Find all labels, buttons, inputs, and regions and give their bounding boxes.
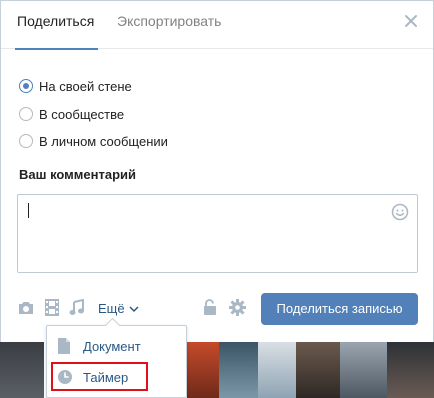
tab-bar: Поделиться Экспортировать [1, 1, 433, 50]
radio-button[interactable] [19, 134, 33, 148]
close-icon[interactable] [401, 11, 421, 31]
radio-label: На своей стене [39, 78, 132, 94]
radio-label: В сообществе [39, 106, 125, 122]
photo-thumbnail [219, 342, 258, 398]
camera-icon[interactable] [17, 300, 35, 316]
tab-export[interactable]: Экспортировать [117, 1, 221, 49]
document-icon [58, 338, 70, 354]
share-post-button[interactable]: Поделиться записью [261, 293, 418, 325]
radio-label: В личном сообщении [39, 133, 168, 149]
emoji-icon[interactable] [391, 203, 409, 221]
photo-thumbnail [187, 342, 219, 398]
gear-icon[interactable] [229, 299, 246, 316]
radio-private-message[interactable]: В личном сообщении [19, 132, 168, 150]
more-button[interactable]: Ещё [98, 301, 125, 316]
photo-thumbnail [258, 342, 296, 398]
menu-item-document[interactable]: Документ [47, 331, 186, 361]
more-dropdown-menu: Документ Таймер [46, 325, 187, 398]
music-icon[interactable] [69, 299, 85, 316]
photo-thumbnail [340, 342, 387, 398]
lock-open-icon[interactable] [203, 299, 217, 316]
photo-thumbnail [387, 342, 434, 398]
share-dialog: Поделиться Экспортировать На своей стене… [0, 0, 434, 342]
photo-thumbnail [0, 342, 44, 398]
tab-share[interactable]: Поделиться [14, 1, 99, 50]
radio-button-checked[interactable] [19, 79, 33, 93]
radio-own-wall[interactable]: На своей стене [19, 77, 132, 95]
radio-community[interactable]: В сообществе [19, 105, 124, 123]
video-icon[interactable] [45, 299, 59, 316]
text-caret [28, 203, 29, 218]
chevron-down-icon[interactable] [129, 305, 139, 313]
comment-input[interactable] [17, 194, 418, 273]
highlight-box [51, 362, 148, 391]
comment-label: Ваш комментарий [19, 167, 137, 182]
photo-thumbnail [296, 342, 340, 398]
menu-item-label: Документ [83, 339, 141, 354]
radio-button[interactable] [19, 107, 33, 121]
